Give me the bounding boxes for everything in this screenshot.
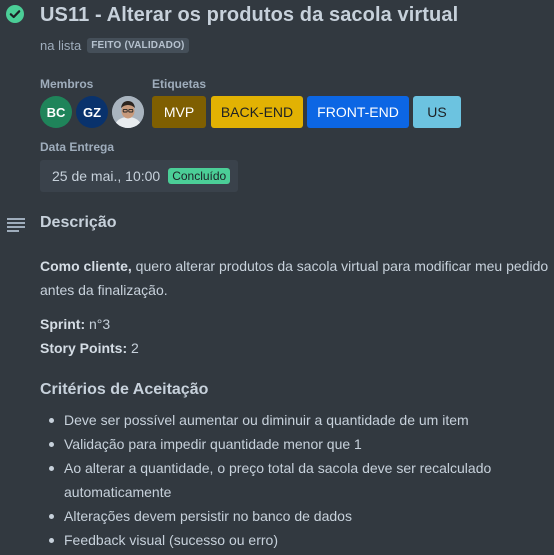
story-points-value: 2 (127, 340, 139, 356)
member-initials: BC (46, 104, 66, 120)
list-item: Deve ser possível aumentar ou diminuir a… (49, 408, 550, 432)
member-avatar-bc[interactable]: BC (40, 96, 72, 128)
card-detail: US11 - Alterar os produtos da sacola vir… (0, 0, 554, 555)
label-us[interactable]: US (413, 96, 461, 128)
list-item: Ao alterar a quantidade, o preço total d… (49, 456, 550, 504)
sprint-label: Sprint: (40, 316, 86, 332)
text-lines-icon (7, 218, 25, 232)
status-indicator[interactable] (6, 5, 24, 23)
criteria-heading: Critérios de Aceitação (40, 381, 209, 398)
in-list-prefix: na lista (40, 38, 82, 53)
label-back-end[interactable]: BACK-END (211, 96, 303, 128)
members-label: Membros (40, 77, 94, 91)
due-date-label: Data Entrega (40, 140, 115, 154)
sprint-line: Sprint: n°3 (40, 312, 550, 336)
sprint-value: n°3 (85, 316, 111, 332)
story-points-label: Story Points: (40, 340, 128, 356)
label-front-end[interactable]: FRONT-END (307, 96, 409, 128)
story-points-line: Story Points: 2 (40, 336, 550, 360)
due-date-value: 25 de mai., 10:00 (52, 168, 161, 184)
labels-label: Etiquetas (152, 77, 207, 91)
criteria-list: Deve ser possível aumentar ou diminuir a… (40, 408, 550, 552)
member-initials: GZ (82, 104, 102, 120)
member-avatar-photo[interactable] (112, 96, 144, 128)
list-item: Feedback visual (sucesso ou erro) (49, 528, 550, 552)
list-item: Validação para impedir quantidade menor … (49, 432, 550, 456)
avatar-photo-icon (112, 96, 144, 128)
card-title[interactable]: US11 - Alterar os produtos da sacola vir… (40, 4, 458, 27)
member-avatar-gz[interactable]: GZ (76, 96, 108, 128)
list-name-badge[interactable]: FEITO (VALIDADO) (87, 38, 189, 53)
label-mvp[interactable]: MVP (152, 96, 206, 128)
list-info: na lista FEITO (VALIDADO) (40, 38, 189, 53)
description-paragraph: Como cliente, quero alterar produtos da … (40, 254, 550, 302)
due-date-status-badge: Concluído (168, 168, 231, 184)
description-heading: Descrição (40, 214, 117, 231)
role-bold: Como cliente, (40, 258, 132, 274)
list-item: Alterações devem persistir no banco de d… (49, 504, 550, 528)
due-date-button[interactable]: 25 de mai., 10:00 Concluído (40, 160, 238, 192)
description-body[interactable]: Como cliente, quero alterar produtos da … (40, 254, 550, 360)
check-circle-icon[interactable] (6, 5, 24, 23)
